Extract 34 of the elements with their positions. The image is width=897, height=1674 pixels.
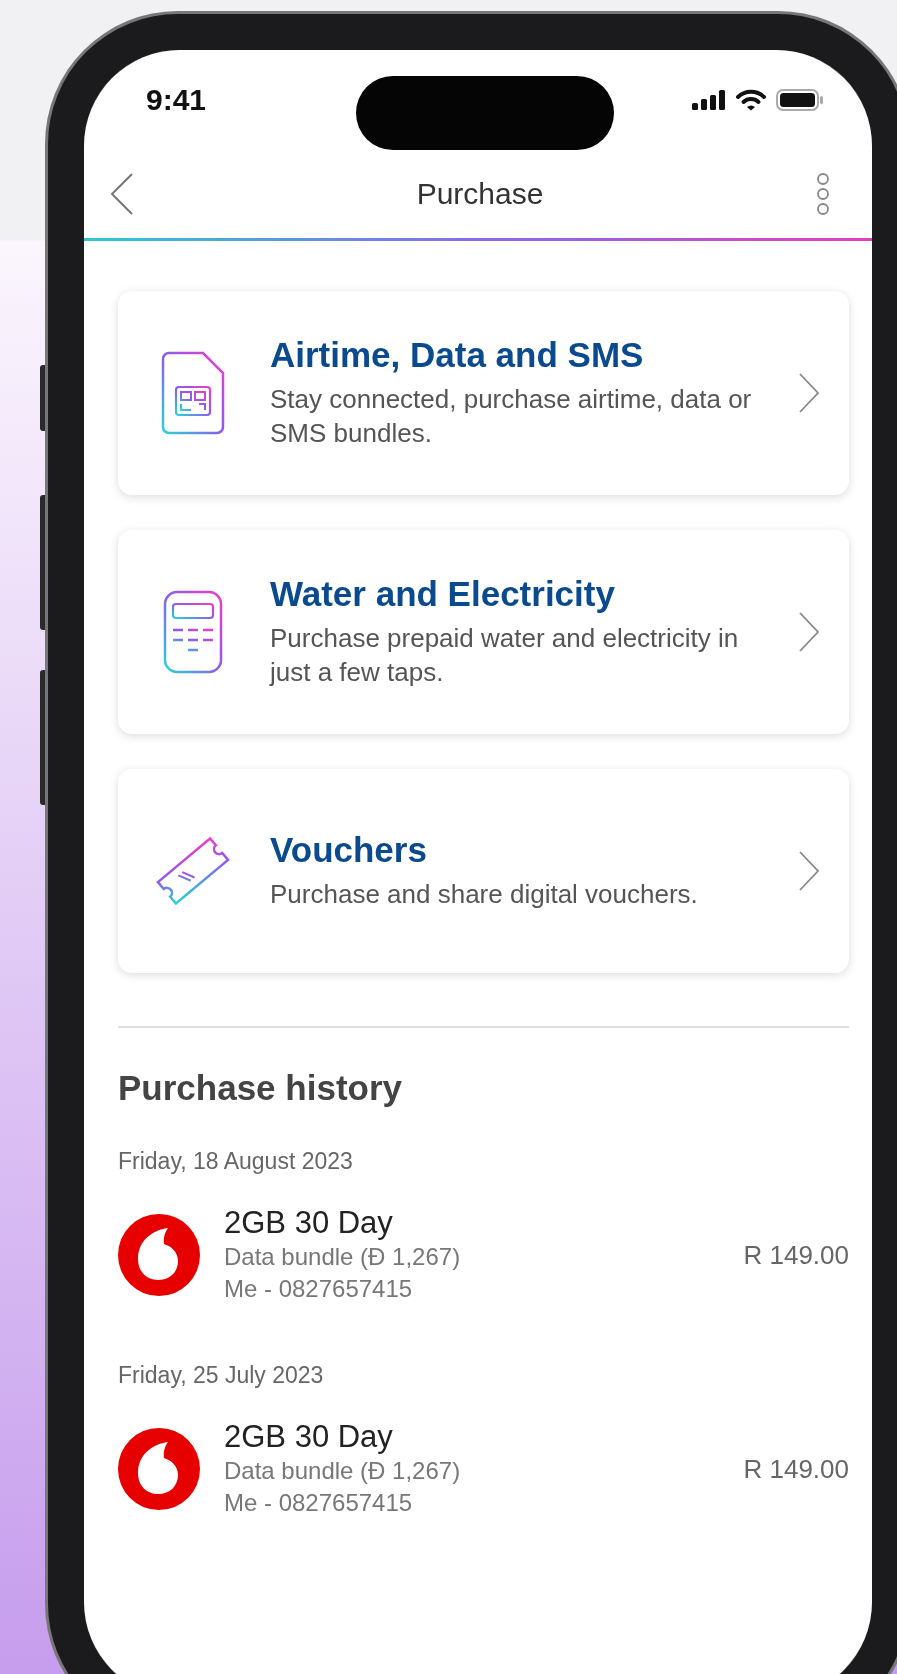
purchase-detail: Data bundle (Đ 1,267) [224,1455,462,1486]
back-button[interactable] [110,173,134,215]
chevron-right-icon [799,373,819,413]
speech-mark-logo-icon [118,1428,200,1511]
sim-card-icon [161,351,225,435]
purchase-option-card[interactable]: Water and Electricity Purchase prepaid water and electricity in just a few taps. [118,530,849,734]
chevron-right-icon [799,851,819,891]
option-title: Vouchers [270,830,428,871]
option-title: Airtime, Data and SMS [270,335,645,376]
option-description: Purchase prepaid water and electricity in just a few taps. [270,622,740,689]
battery-icon [776,89,824,111]
date-label: Friday, 18 August 2023 [118,1148,354,1175]
purchase-option-card[interactable]: Vouchers Purchase and share digital vouchers. [118,769,849,973]
purchase-name: 2GB 30 Day [224,1418,394,1455]
meter-icon [163,590,223,674]
option-title: Water and Electricity [270,574,616,615]
more-options-button[interactable] [816,172,830,216]
option-description: Stay connected, purchase airtime, data or SMS bundles. [270,383,753,450]
purchase-recipient: Me - 0827657415 [224,1488,414,1519]
section-heading: Purchase history [118,1068,403,1108]
page-title: Purchase [415,177,545,211]
purchase-name: 2GB 30 Day [224,1205,394,1241]
purchase-amount: R 149.00 [743,1453,849,1485]
signal-icon [692,90,726,110]
purchase-amount: R 149.00 [743,1239,849,1271]
wifi-icon [736,89,766,111]
status-time: 9:41 [146,83,207,117]
purchase-recipient: Me - 0827657415 [224,1274,414,1305]
date-label: Friday, 25 July 2023 [118,1361,325,1389]
purchase-option-card[interactable]: Airtime, Data and SMS Stay connected, purchase airtime, data or SMS bundles. [118,291,849,495]
purchase-detail: Data bundle (Đ 1,267) [224,1242,462,1272]
chevron-right-icon [799,612,819,652]
option-description: Purchase and share digital vouchers. [270,878,699,912]
speech-mark-logo-icon [118,1214,200,1297]
